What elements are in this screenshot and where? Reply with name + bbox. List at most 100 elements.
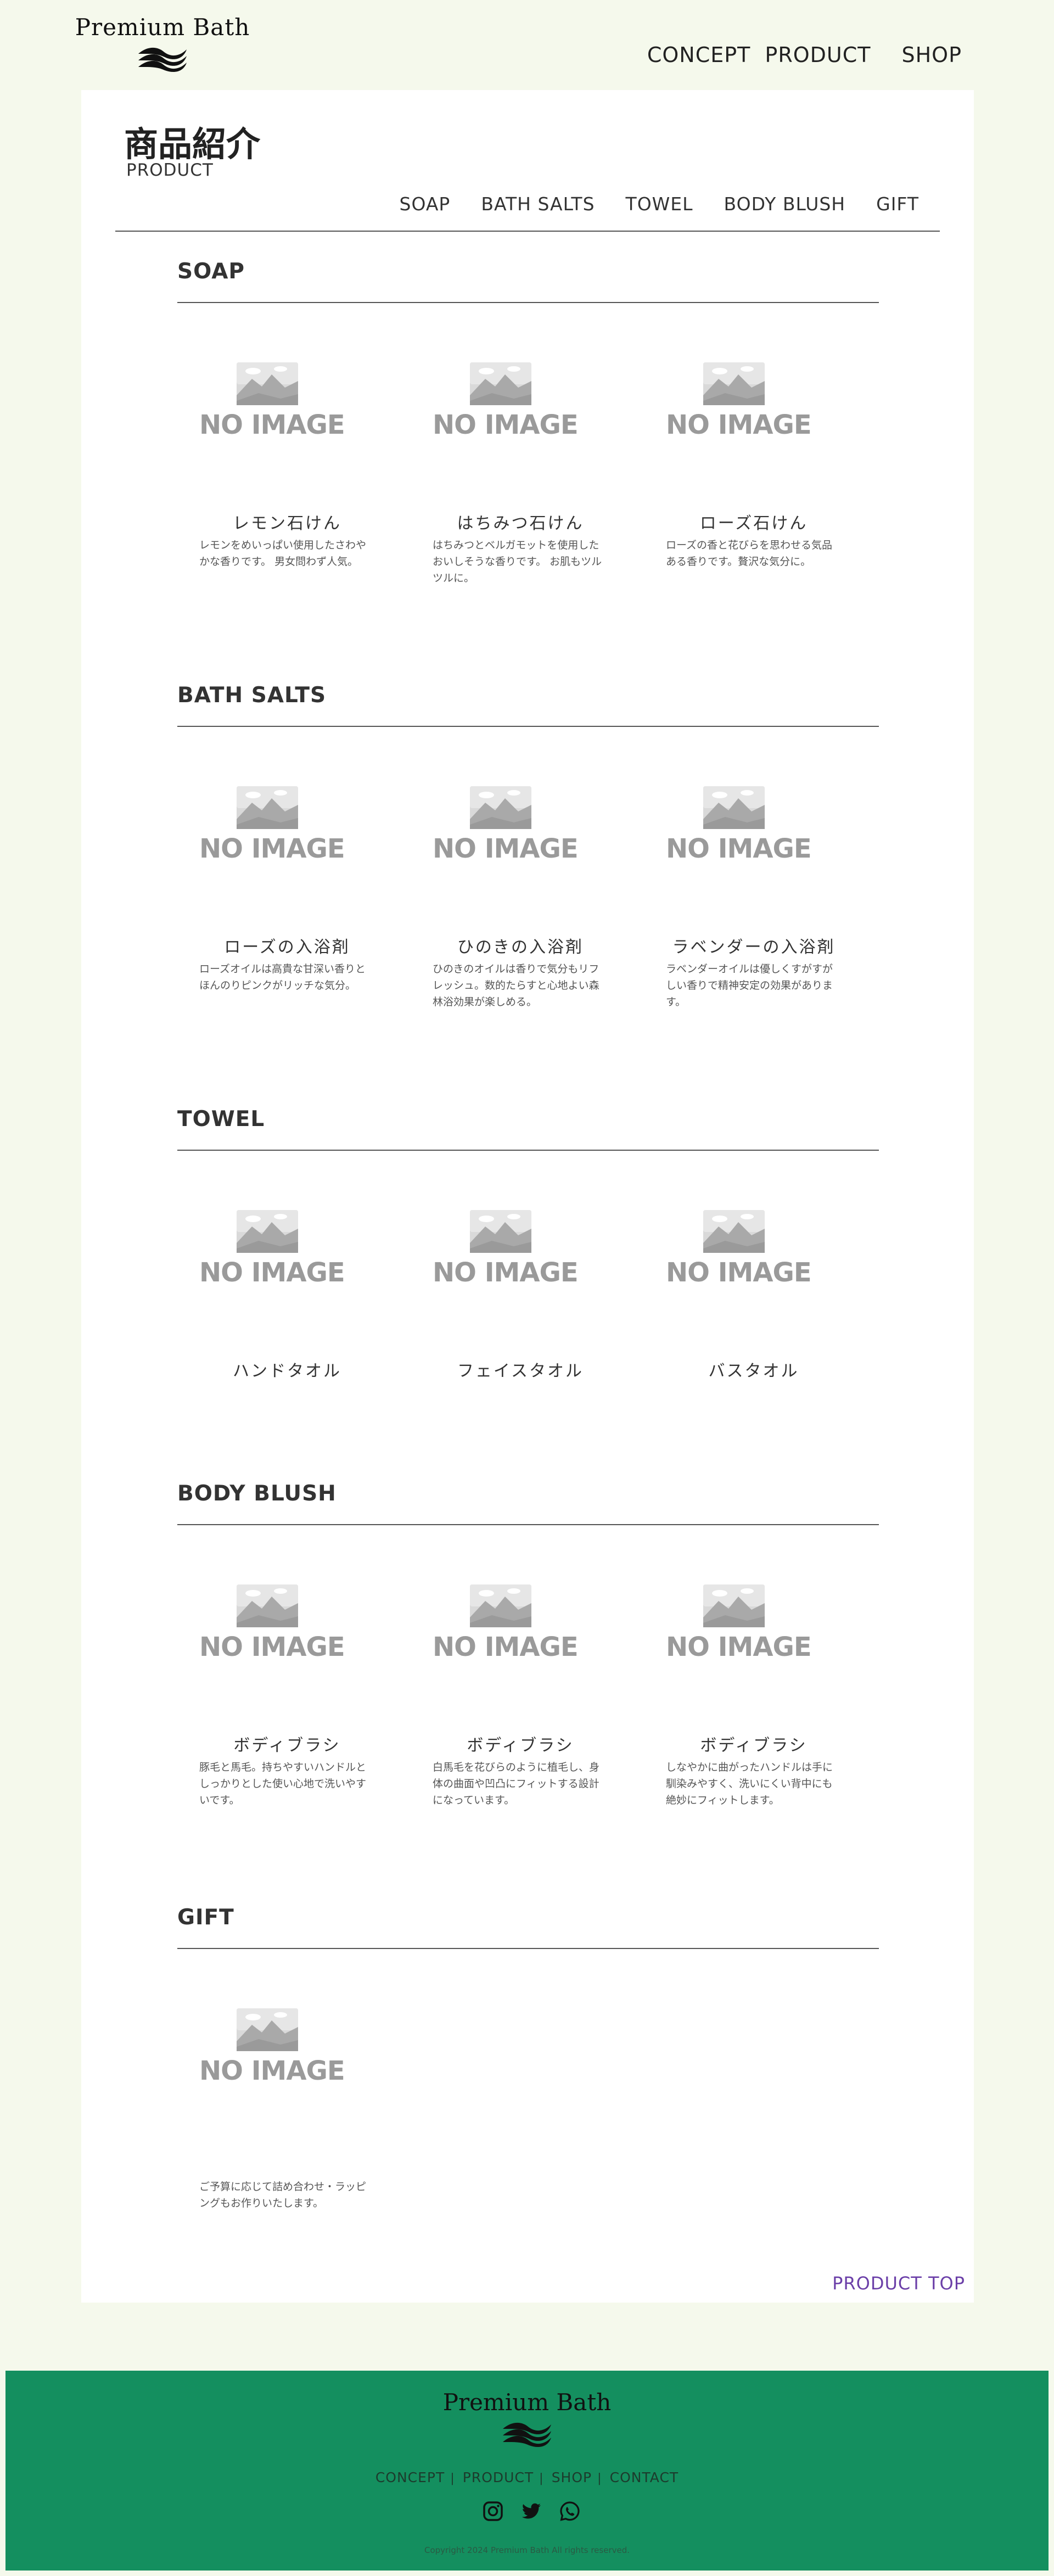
product-name: ボディブラシ <box>700 1736 808 1755</box>
product-description: ローズの香と花びらを思わせる気品ある香りです。贅沢な気分に。 <box>666 539 833 568</box>
divider <box>177 1524 879 1525</box>
product-description: はちみつとベルガモットを使用したおいしそうな香りです。 お肌もツルツルに。 <box>433 539 602 584</box>
product-image: NO IMAGE <box>433 1210 579 1292</box>
no-image-text: NO IMAGE <box>433 410 579 440</box>
product-image: NO IMAGE <box>199 1210 345 1292</box>
category-nav: SOAP BATH SALTS TOWEL BODY BLUSH GIFT <box>400 193 920 215</box>
section-gift: GIFT NO IMAGE ご予算に応じて詰め合わせ・ラッピングもお作りいたしま… <box>177 1905 879 2272</box>
product-description: 豚毛と馬毛。持ちやすいハンドルとしっかりとした使い心地で洗いやすいです。 <box>199 1761 367 1806</box>
nav-separator: | <box>539 2472 543 2485</box>
image-placeholder-icon <box>703 1584 765 1627</box>
no-image-text: NO IMAGE <box>199 410 345 440</box>
product-item[interactable]: NO IMAGE ハンドタオル <box>199 1210 375 1381</box>
image-placeholder-icon <box>470 1584 531 1627</box>
no-image-text: NO IMAGE <box>433 833 579 864</box>
product-name: バスタオル <box>708 1362 799 1381</box>
logo-text: Premium Bath <box>75 14 250 41</box>
no-image-text: NO IMAGE <box>666 1257 812 1288</box>
instagram-icon[interactable] <box>482 2500 504 2522</box>
nav-concept[interactable]: CONCEPT <box>647 43 751 67</box>
image-placeholder-icon <box>470 362 531 405</box>
nav-shop[interactable]: SHOP <box>901 43 962 67</box>
product-card: 商品紹介 PRODUCT SOAP BATH SALTS TOWEL BODY … <box>81 90 974 2303</box>
product-name: ボディブラシ <box>467 1736 574 1755</box>
twitter-icon[interactable] <box>520 2500 542 2522</box>
footer-nav-product[interactable]: PRODUCT <box>463 2469 534 2485</box>
no-image-text: NO IMAGE <box>199 2056 345 2086</box>
image-placeholder-icon <box>470 1210 531 1253</box>
product-image: NO IMAGE <box>199 786 345 869</box>
no-image-text: NO IMAGE <box>433 1632 579 1662</box>
image-placeholder-icon <box>237 786 298 829</box>
category-link-soap[interactable]: SOAP <box>400 193 451 215</box>
product-name: ローズの入浴剤 <box>224 938 350 957</box>
category-link-bath-salts[interactable]: BATH SALTS <box>481 193 595 215</box>
site-logo[interactable]: Premium Bath <box>75 12 250 72</box>
divider <box>177 1150 879 1151</box>
image-placeholder-icon <box>703 362 765 405</box>
section-title: SOAP <box>177 259 245 284</box>
product-name: ハンドタオル <box>233 1362 341 1381</box>
product-name: ひのきの入浴剤 <box>457 938 584 957</box>
product-list: NO IMAGE ハンドタオル NO IMAGE フェイスタオル NO IMAG… <box>177 1210 879 1474</box>
product-item[interactable]: NO IMAGE ボディブラシ 豚毛と馬毛。持ちやすいハンドルとしっかりとした使… <box>199 1584 375 1808</box>
section-title: GIFT <box>177 1905 234 1930</box>
product-description: しなやかに曲がったハンドルは手に馴染みやすく、洗いにくい背中にも絶妙にフィットし… <box>666 1761 833 1806</box>
site-footer: Premium Bath CONCEPT | PRODUCT | SHOP | CON… <box>5 2371 1049 2571</box>
footer-nav-shop[interactable]: SHOP <box>552 2469 592 2485</box>
product-description: ラベンダーオイルは優しくすがすがしい香りで精神安定の効果があります。 <box>666 963 833 1008</box>
category-link-towel[interactable]: TOWEL <box>626 193 693 215</box>
page-subtitle: PRODUCT <box>126 160 214 180</box>
section-title: BODY BLUSH <box>177 1481 337 1506</box>
product-list: NO IMAGE ご予算に応じて詰め合わせ・ラッピングもお作りいたします。 <box>177 2008 879 2272</box>
section-title: TOWEL <box>177 1107 265 1132</box>
no-image-text: NO IMAGE <box>666 410 812 440</box>
whatsapp-icon[interactable] <box>559 2500 581 2522</box>
product-item[interactable]: NO IMAGE ボディブラシ しなやかに曲がったハンドルは手に馴染みやすく、洗… <box>666 1584 842 1808</box>
nav-product[interactable]: PRODUCT <box>765 43 871 67</box>
product-item[interactable]: NO IMAGE ご予算に応じて詰め合わせ・ラッピングもお作りいたします。 <box>199 2008 375 2211</box>
product-list: NO IMAGE ローズの入浴剤 ローズオイルは高貴な甘深い香りとほんのりピンク… <box>177 786 879 1050</box>
product-item[interactable]: NO IMAGE バスタオル <box>666 1210 842 1381</box>
product-item[interactable]: NO IMAGE ひのきの入浴剤 ひのきのオイルは香りで気分もリフレッシュ。数的… <box>433 786 608 1010</box>
category-link-gift[interactable]: GIFT <box>876 193 919 215</box>
copyright-text: Copyright 2024 Premium Bath All rights r… <box>424 2545 630 2555</box>
footer-nav-concept[interactable]: CONCEPT <box>375 2469 445 2485</box>
section-soap: SOAP NO IMAGE レモン石けん レモンをめいっぱい使用したさわやかな香… <box>177 259 879 626</box>
product-item[interactable]: NO IMAGE ローズ石けん ローズの香と花びらを思わせる気品ある香りです。贅… <box>666 362 842 570</box>
product-item[interactable]: NO IMAGE レモン石けん レモンをめいっぱい使用したさわやかな香りです。 … <box>199 362 375 570</box>
nav-separator: | <box>450 2472 455 2485</box>
product-description: ご予算に応じて詰め合わせ・ラッピングもお作りいたします。 <box>199 2181 367 2209</box>
product-item[interactable]: NO IMAGE ラベンダーの入浴剤 ラベンダーオイルは優しくすがすがしい香りで… <box>666 786 842 1010</box>
footer-logo[interactable]: Premium Bath <box>5 2387 1049 2448</box>
product-item[interactable]: NO IMAGE ローズの入浴剤 ローズオイルは高貴な甘深い香りとほんのりピンク… <box>199 786 375 994</box>
image-placeholder-icon <box>237 1210 298 1253</box>
image-placeholder-icon <box>237 362 298 405</box>
product-image: NO IMAGE <box>199 2008 345 2091</box>
image-placeholder-icon <box>237 1584 298 1627</box>
product-description: ひのきのオイルは香りで気分もリフレッシュ。数的たらすと心地よい森林浴効果が楽しめ… <box>433 963 599 1008</box>
product-item[interactable]: NO IMAGE はちみつ石けん はちみつとベルガモットを使用したおいしそうな香… <box>433 362 608 586</box>
no-image-text: NO IMAGE <box>199 1632 345 1662</box>
no-image-text: NO IMAGE <box>433 1257 579 1288</box>
product-description: レモンをめいっぱい使用したさわやかな香りです。 男女問わず人気。 <box>199 539 367 568</box>
footer-nav-contact[interactable]: CONTACT <box>610 2469 679 2485</box>
no-image-text: NO IMAGE <box>666 1632 812 1662</box>
nav-separator: | <box>597 2472 602 2485</box>
category-link-body-blush[interactable]: BODY BLUSH <box>724 193 846 215</box>
product-item[interactable]: NO IMAGE フェイスタオル <box>433 1210 608 1381</box>
product-item[interactable]: NO IMAGE ボディブラシ 白馬毛を花びらのように植毛し、身体の曲面や凹凸に… <box>433 1584 608 1808</box>
image-placeholder-icon <box>703 786 765 829</box>
no-image-text: NO IMAGE <box>666 833 812 864</box>
section-towel: TOWEL NO IMAGE ハンドタオル NO IMAGE フェイスタオル N… <box>177 1107 879 1474</box>
social-links <box>482 2500 581 2522</box>
product-image: NO IMAGE <box>666 1210 812 1292</box>
product-list: NO IMAGE ボディブラシ 豚毛と馬毛。持ちやすいハンドルとしっかりとした使… <box>177 1584 879 1848</box>
product-image: NO IMAGE <box>666 1584 812 1667</box>
section-title: BATH SALTS <box>177 683 327 708</box>
product-image: NO IMAGE <box>199 362 345 445</box>
section-bath-salts: BATH SALTS NO IMAGE ローズの入浴剤 ローズオイルは高貴な甘深… <box>177 683 879 1050</box>
product-name: ローズ石けん <box>699 514 808 533</box>
product-top-link[interactable]: PRODUCT TOP <box>832 2273 965 2294</box>
product-name: ラベンダーの入浴剤 <box>672 938 836 957</box>
